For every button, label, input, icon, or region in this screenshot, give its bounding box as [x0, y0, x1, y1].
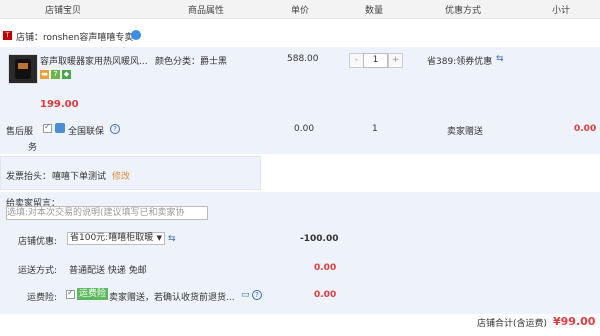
shield-icon	[55, 123, 65, 133]
qty-input[interactable]: 1	[363, 53, 388, 68]
invoice-label: 发票抬头：	[6, 172, 52, 182]
service-price: 0.00	[294, 124, 315, 134]
header-price: 单价	[291, 6, 310, 16]
card-icon: ▬	[40, 70, 49, 79]
header-attr: 商品属性	[188, 6, 225, 16]
seven-day-return-icon: 7	[51, 70, 60, 79]
message-input[interactable]: 选填:对本次交易的说明(建议填写已和卖家协	[6, 206, 208, 220]
product-title[interactable]: 容声取暖器家用热风暖风...	[40, 54, 148, 67]
discount-edit-icon[interactable]: ⇆	[496, 54, 504, 64]
store-name[interactable]: 店铺：ronshen容声嘻嘻专卖	[16, 30, 133, 43]
coupon-label: 店铺优惠:	[18, 237, 58, 247]
shipping-label: 运送方式:	[18, 266, 58, 276]
service-label: 售后服	[6, 127, 34, 137]
wangwang-chat-icon[interactable]	[131, 30, 141, 40]
tmall-icon: T	[3, 31, 12, 40]
header-item: 店铺宝贝	[45, 6, 82, 16]
coupon-select[interactable]: 省100元:嘻嘻柜取暖 ▼	[67, 232, 165, 245]
item-discount: 省389:领券优惠	[427, 57, 493, 67]
insurance-chip: 运费险	[77, 288, 109, 300]
total-label: 店铺合计(含运费)	[477, 319, 548, 329]
service-checkbox[interactable]	[43, 122, 52, 133]
chevron-down-icon: ▼	[156, 234, 162, 242]
header-subtotal: 小计	[552, 6, 571, 16]
coupon-selected: 省100元:嘻嘻柜取暖	[70, 233, 154, 243]
product-attr: 颜色分类：爵士黑	[155, 57, 228, 67]
help-icon[interactable]: ?	[110, 124, 120, 134]
service-label-2: 务	[28, 143, 38, 153]
insurance-help-icon[interactable]: ?	[252, 290, 262, 300]
invoice-value: 嘻嘻下单测试	[52, 172, 107, 182]
insurance-checkbox[interactable]	[66, 288, 75, 299]
final-price: 199.00	[40, 99, 79, 110]
service-ship: 卖家赠送	[447, 127, 484, 137]
total-amount: ¥99.00	[553, 315, 596, 328]
qty-plus-button[interactable]: +	[388, 53, 403, 68]
coupon-info-icon[interactable]: ⇆	[168, 234, 176, 244]
service-option: 全国联保	[68, 127, 105, 137]
invoice-edit-link[interactable]: 修改	[112, 169, 130, 182]
insurance-amount: 0.00	[314, 290, 337, 300]
product-image[interactable]	[8, 54, 38, 84]
chat-icon[interactable]: ▭	[241, 290, 250, 300]
header-discount: 优惠方式	[445, 6, 482, 16]
service-qty: 1	[372, 124, 378, 134]
service-subtotal: 0.00	[574, 124, 597, 134]
table-header: 店铺宝贝 商品属性 单价 数量 优惠方式 小计	[0, 0, 600, 19]
unit-price: 588.00	[287, 54, 319, 64]
insurance-desc: 卖家赠送，若确认收货前退货...	[109, 293, 235, 303]
header-qty: 数量	[365, 6, 384, 16]
qty-minus-button[interactable]: -	[349, 53, 364, 68]
guarantee-icon: ◆	[62, 70, 71, 79]
coupon-amount: -100.00	[300, 234, 339, 244]
shipping-amount: 0.00	[314, 263, 337, 273]
insurance-label: 运费险:	[27, 293, 58, 303]
shipping-value: 普通配送 快递 免邮	[69, 266, 147, 276]
